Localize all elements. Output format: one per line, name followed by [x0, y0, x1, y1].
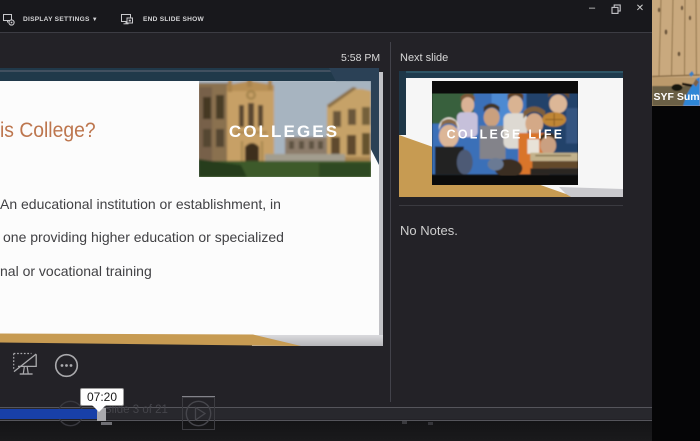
svg-text:COLLEGES: COLLEGES: [229, 122, 339, 141]
svg-text:SYF Summ: SYF Summ: [654, 91, 700, 103]
svg-text:COLLEGE LIFE: COLLEGE LIFE: [447, 126, 565, 141]
